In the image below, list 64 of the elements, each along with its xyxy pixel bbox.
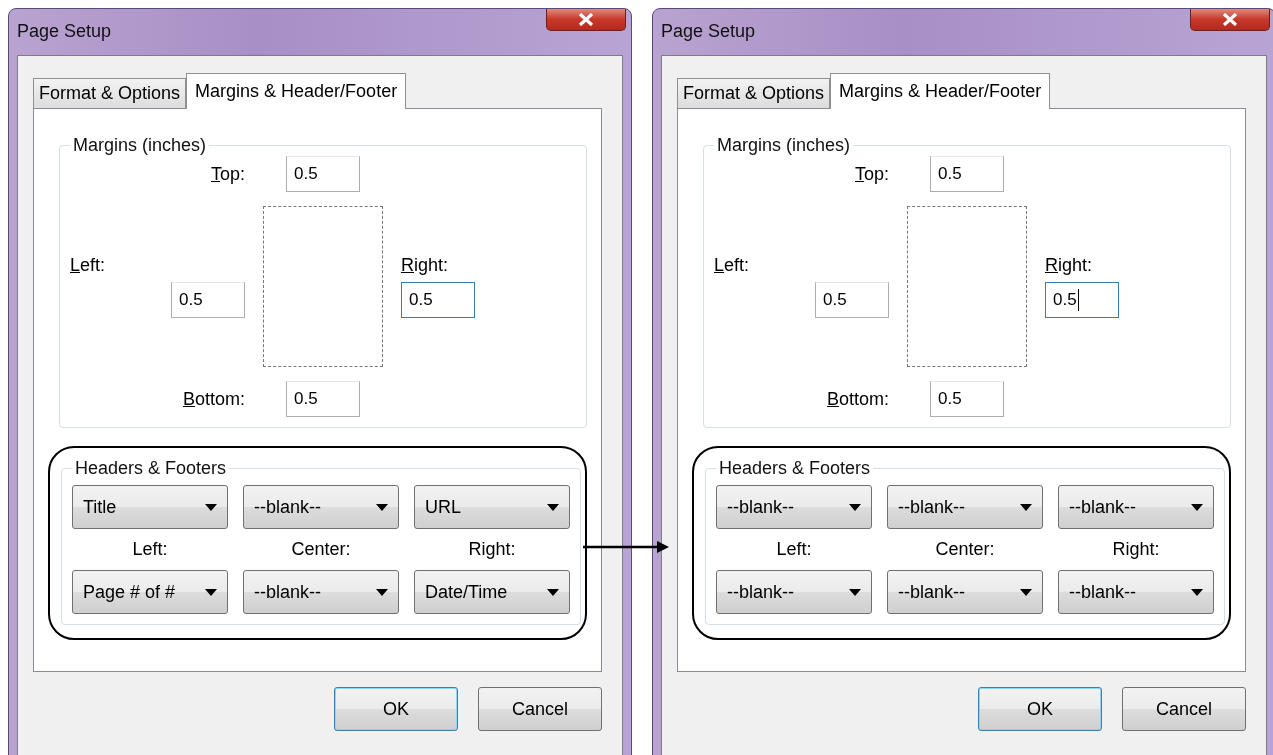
margin-input-field[interactable]: 0.5 xyxy=(930,156,1004,192)
tab[interactable]: Margins & Header/Footer xyxy=(830,73,1051,109)
field-label: Bottom: xyxy=(182,388,245,410)
dialog-button[interactable]: OK xyxy=(334,687,458,731)
field-label: Right: xyxy=(401,255,450,276)
dropdown-arrow-icon xyxy=(849,588,861,596)
field-label: Top: xyxy=(210,163,245,185)
margin-input-field[interactable]: 0.5 xyxy=(171,282,245,318)
dropdown[interactable]: --blank-- xyxy=(1058,570,1214,614)
dropdown-arrow-icon xyxy=(1191,588,1203,596)
field-label: Left: xyxy=(70,255,106,276)
dialog-button[interactable]: Cancel xyxy=(478,687,602,731)
margin-input-field[interactable]: 0.5 xyxy=(401,282,475,318)
dialog-button[interactable]: Cancel xyxy=(1122,687,1246,731)
tab[interactable]: Format & Options xyxy=(677,78,831,108)
dropdown[interactable]: --blank-- xyxy=(243,570,399,614)
position-label: Right: xyxy=(1111,539,1161,560)
group-title: Headers & Footers xyxy=(74,458,228,479)
dropdown[interactable]: Title xyxy=(72,485,228,529)
dropdown-arrow-icon xyxy=(849,503,861,511)
dropdown[interactable]: --blank-- xyxy=(887,485,1043,529)
dropdown-arrow-icon xyxy=(1020,503,1032,511)
dropdown[interactable]: URL xyxy=(414,485,570,529)
dropdown[interactable]: Page # of # xyxy=(72,570,228,614)
dropdown[interactable]: --blank-- xyxy=(887,570,1043,614)
dropdown-arrow-icon xyxy=(1191,503,1203,511)
field-label: Bottom: xyxy=(826,388,889,410)
margin-input-field[interactable]: 0.5 xyxy=(1045,282,1119,318)
close-button[interactable] xyxy=(1190,9,1270,31)
margin-input-field[interactable]: 0.5 xyxy=(930,381,1004,417)
position-label: Right: xyxy=(467,539,517,560)
dropdown-arrow-icon xyxy=(205,503,217,511)
dropdown-arrow-icon xyxy=(547,588,559,596)
group-title: Headers & Footers xyxy=(718,458,872,479)
close-icon xyxy=(578,13,594,26)
dropdown[interactable]: --blank-- xyxy=(243,485,399,529)
margin-input-field[interactable]: 0.5 xyxy=(286,381,360,417)
group-title: Margins (inches) xyxy=(72,135,208,156)
window-title: Page Setup xyxy=(661,21,756,42)
dropdown-arrow-icon xyxy=(547,503,559,511)
dropdown-arrow-icon xyxy=(1020,588,1032,596)
close-button[interactable] xyxy=(546,9,626,31)
margin-input-field[interactable]: 0.5 xyxy=(286,156,360,192)
close-icon xyxy=(1222,13,1238,26)
dropdown[interactable]: Date/Time xyxy=(414,570,570,614)
dropdown[interactable]: --blank-- xyxy=(716,485,872,529)
margin-input-field[interactable]: 0.5 xyxy=(815,282,889,318)
position-label: Left: xyxy=(775,539,813,560)
dropdown-arrow-icon xyxy=(205,588,217,596)
position-label: Left: xyxy=(131,539,169,560)
dropdown-arrow-icon xyxy=(376,503,388,511)
position-label: Center: xyxy=(290,539,352,560)
tab[interactable]: Format & Options xyxy=(33,78,187,108)
dialog-button[interactable]: OK xyxy=(978,687,1102,731)
group-title: Margins (inches) xyxy=(716,135,852,156)
field-label: Top: xyxy=(854,163,889,185)
field-label: Right: xyxy=(1045,255,1094,276)
field-label: Left: xyxy=(714,255,750,276)
position-label: Center: xyxy=(934,539,996,560)
dropdown[interactable]: --blank-- xyxy=(1058,485,1214,529)
dropdown[interactable]: --blank-- xyxy=(716,570,872,614)
dropdown-arrow-icon xyxy=(376,588,388,596)
tab[interactable]: Margins & Header/Footer xyxy=(186,73,407,109)
window-title: Page Setup xyxy=(17,21,112,42)
